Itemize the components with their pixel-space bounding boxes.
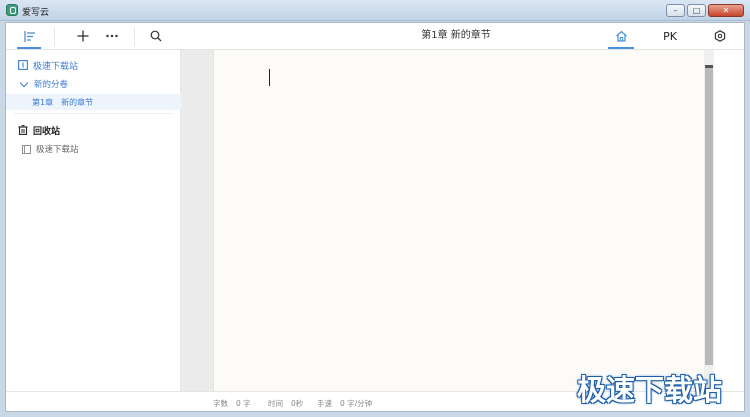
app-logo-icon — [6, 4, 18, 16]
settings-icon — [714, 30, 726, 42]
book-icon — [18, 60, 28, 70]
sidebar-divider — [14, 113, 172, 114]
sidebar-book[interactable]: 极速下载站 — [6, 57, 181, 73]
maximize-icon: □ — [692, 6, 701, 15]
right-gutter — [714, 50, 744, 391]
current-chapter-title: 第1章 新的章节 — [421, 30, 491, 41]
book-title: 极速下载站 — [33, 61, 79, 72]
close-icon: ✕ — [722, 6, 730, 15]
toolbar-divider — [54, 27, 55, 46]
writing-time-value: 0秒 — [291, 399, 304, 408]
sidebar-volume[interactable]: 新的分卷 — [6, 76, 181, 92]
volume-title: 新的分卷 — [34, 80, 69, 90]
scrollbar-top-marker — [705, 65, 713, 68]
chevron-down-icon — [19, 78, 29, 87]
window-titlebar: 爱写云 – □ ✕ — [0, 0, 750, 21]
scrollbar-thumb[interactable] — [705, 65, 713, 365]
document-icon — [22, 144, 31, 154]
sidebar-outline: 极速下载站 新的分卷 第1章 新的章节 回收站 极速下载站 — [6, 50, 181, 391]
outline-toggle-button[interactable] — [14, 23, 44, 49]
search-button[interactable] — [145, 23, 167, 49]
more-button[interactable] — [101, 23, 123, 49]
window-controls: – □ ✕ — [666, 4, 744, 17]
close-button[interactable]: ✕ — [708, 4, 744, 17]
more-icon — [106, 34, 118, 38]
trash-item-title: 极速下载站 — [36, 145, 79, 155]
minimize-icon: – — [673, 6, 678, 15]
typing-speed-label: 手速 — [317, 399, 332, 408]
search-icon — [150, 30, 162, 42]
editor-scrollbar[interactable] — [704, 50, 714, 391]
sidebar-trash[interactable]: 回收站 — [6, 122, 181, 138]
home-icon — [615, 30, 627, 42]
editor-text-area[interactable] — [213, 50, 704, 391]
trash-label: 回收站 — [33, 126, 61, 137]
toolbar: 第1章 新的章节 PK — [6, 23, 744, 50]
chapter-number: 第1章 — [32, 97, 54, 107]
toolbar-divider — [134, 27, 135, 46]
minimize-button[interactable]: – — [666, 4, 685, 17]
word-count: 字数 0 字 — [213, 398, 251, 409]
typing-speed-value: 0 字/分钟 — [340, 399, 373, 408]
word-count-value: 0 字 — [236, 399, 251, 408]
chapter-name: 新的章节 — [61, 97, 94, 107]
word-count-label: 字数 — [213, 399, 228, 408]
writing-time-label: 时间 — [268, 399, 283, 408]
outline-icon — [23, 30, 35, 42]
writing-time: 时间 0秒 — [268, 398, 303, 409]
app-window: 第1章 新的章节 PK 极速下载站 新的分卷 第1章 新的章节 回收站 极速下载… — [5, 22, 745, 412]
trash-icon — [18, 125, 28, 135]
text-caret — [269, 69, 270, 86]
plus-icon — [77, 30, 89, 42]
window-title: 爱写云 — [22, 8, 50, 18]
pk-button[interactable]: PK — [656, 23, 684, 49]
settings-button[interactable] — [706, 23, 734, 49]
home-button[interactable] — [606, 23, 636, 49]
add-button[interactable] — [72, 23, 94, 49]
sidebar-chapter[interactable]: 第1章 新的章节 — [6, 94, 181, 110]
maximize-button[interactable]: □ — [687, 4, 706, 17]
typing-speed: 手速 0 字/分钟 — [317, 398, 372, 409]
watermark: 极速下载站 — [577, 373, 723, 407]
trash-item[interactable]: 极速下载站 — [6, 141, 181, 157]
